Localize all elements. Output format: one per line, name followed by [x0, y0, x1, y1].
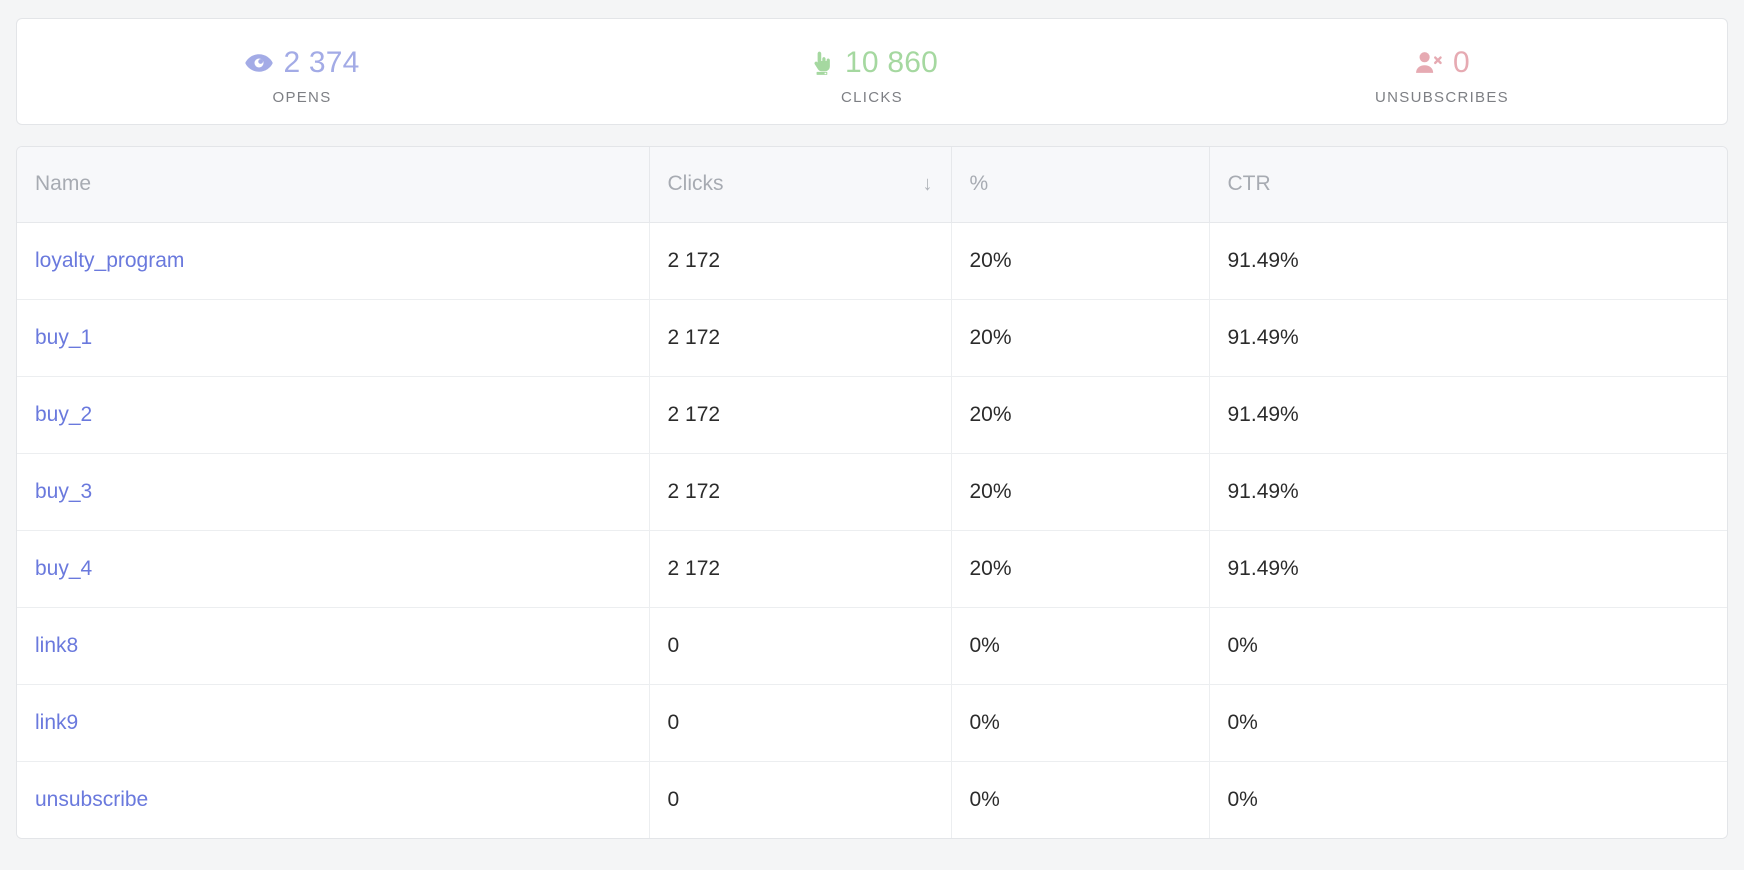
column-header-ctr-label: CTR	[1227, 172, 1271, 196]
table-row: link8 0 0% 0%	[17, 607, 1727, 685]
link-name-link[interactable]: link9	[35, 711, 78, 734]
cell-percent: 20%	[951, 299, 1210, 377]
link-name-link[interactable]: buy_1	[35, 326, 92, 349]
pointing-hand-icon	[806, 48, 836, 78]
cell-clicks: 2 172	[649, 453, 952, 531]
links-table-card: Name Clicks ↓ % CTR loyalty_program 2 17…	[16, 146, 1728, 839]
stat-clicks-top: 10 860	[806, 42, 938, 84]
eye-icon	[244, 48, 274, 78]
cell-name: link9	[17, 684, 650, 762]
column-header-clicks[interactable]: Clicks ↓	[649, 147, 952, 223]
cell-percent: 20%	[951, 530, 1210, 608]
cell-name: buy_1	[17, 299, 650, 377]
campaign-statistics-page: 2 374 OPENS 10 860 CLICKS 0 UNSUBSCRIBES…	[0, 0, 1744, 870]
stat-clicks-label: CLICKS	[841, 88, 903, 106]
cell-clicks: 2 172	[649, 530, 952, 608]
cell-percent: 20%	[951, 453, 1210, 531]
cell-clicks: 0	[649, 684, 952, 762]
table-row: unsubscribe 0 0% 0%	[17, 761, 1727, 838]
column-header-clicks-inner: Clicks ↓	[668, 172, 951, 196]
stat-opens-label: OPENS	[272, 88, 332, 106]
link-name-link[interactable]: buy_4	[35, 557, 92, 580]
column-header-ctr[interactable]: CTR	[1209, 147, 1727, 223]
table-row: loyalty_program 2 172 20% 91.49%	[17, 222, 1727, 300]
table-row: buy_4 2 172 20% 91.49%	[17, 530, 1727, 608]
stat-opens-top: 2 374	[244, 42, 359, 84]
stat-unsubscribes-label: UNSUBSCRIBES	[1375, 88, 1509, 106]
cell-clicks: 0	[649, 607, 952, 685]
cell-percent: 0%	[951, 607, 1210, 685]
cell-clicks: 2 172	[649, 222, 952, 300]
stat-unsubscribes-top: 0	[1414, 42, 1470, 84]
links-table-head: Name Clicks ↓ % CTR	[17, 147, 1727, 223]
cell-clicks: 0	[649, 761, 952, 838]
cell-percent: 20%	[951, 376, 1210, 454]
table-header-row: Name Clicks ↓ % CTR	[17, 147, 1727, 223]
table-row: buy_1 2 172 20% 91.49%	[17, 299, 1727, 377]
cell-percent: 0%	[951, 761, 1210, 838]
column-header-name-label: Name	[35, 172, 92, 196]
cell-ctr: 91.49%	[1209, 376, 1727, 454]
stat-opens: 2 374 OPENS	[17, 42, 587, 106]
cell-ctr: 91.49%	[1209, 299, 1727, 377]
table-row: buy_3 2 172 20% 91.49%	[17, 453, 1727, 531]
cell-name: loyalty_program	[17, 222, 650, 300]
link-name-link[interactable]: loyalty_program	[35, 249, 184, 272]
stat-opens-value: 2 374	[283, 45, 360, 79]
cell-percent: 0%	[951, 684, 1210, 762]
table-row: buy_2 2 172 20% 91.49%	[17, 376, 1727, 454]
column-header-percent[interactable]: %	[951, 147, 1210, 223]
user-remove-icon	[1414, 48, 1444, 78]
sort-descending-icon[interactable]: ↓	[923, 174, 933, 194]
cell-percent: 20%	[951, 222, 1210, 300]
cell-ctr: 91.49%	[1209, 530, 1727, 608]
stat-unsubscribes-value: 0	[1453, 45, 1470, 79]
links-table: Name Clicks ↓ % CTR loyalty_program 2 17…	[17, 147, 1727, 838]
cell-ctr: 0%	[1209, 607, 1727, 685]
column-header-name[interactable]: Name	[17, 147, 650, 223]
link-name-link[interactable]: buy_2	[35, 403, 92, 426]
cell-ctr: 0%	[1209, 761, 1727, 838]
cell-clicks: 2 172	[649, 376, 952, 454]
stat-unsubscribes: 0 UNSUBSCRIBES	[1157, 42, 1727, 106]
cell-name: link8	[17, 607, 650, 685]
cell-ctr: 0%	[1209, 684, 1727, 762]
cell-name: buy_4	[17, 530, 650, 608]
links-table-body: loyalty_program 2 172 20% 91.49% buy_1 2 172 2…	[17, 222, 1727, 838]
cell-ctr: 91.49%	[1209, 453, 1727, 531]
column-header-clicks-label: Clicks	[667, 172, 724, 196]
cell-clicks: 2 172	[649, 299, 952, 377]
stat-clicks: 10 860 CLICKS	[587, 42, 1157, 106]
summary-stats-card: 2 374 OPENS 10 860 CLICKS 0 UNSUBSCRIBES	[16, 18, 1728, 125]
column-header-percent-label: %	[969, 172, 989, 196]
cell-name: buy_2	[17, 376, 650, 454]
table-row: link9 0 0% 0%	[17, 684, 1727, 762]
link-name-link[interactable]: buy_3	[35, 480, 92, 503]
link-name-link[interactable]: unsubscribe	[35, 788, 148, 811]
cell-ctr: 91.49%	[1209, 222, 1727, 300]
cell-name: buy_3	[17, 453, 650, 531]
link-name-link[interactable]: link8	[35, 634, 78, 657]
stat-clicks-value: 10 860	[845, 45, 938, 79]
cell-name: unsubscribe	[17, 761, 650, 838]
